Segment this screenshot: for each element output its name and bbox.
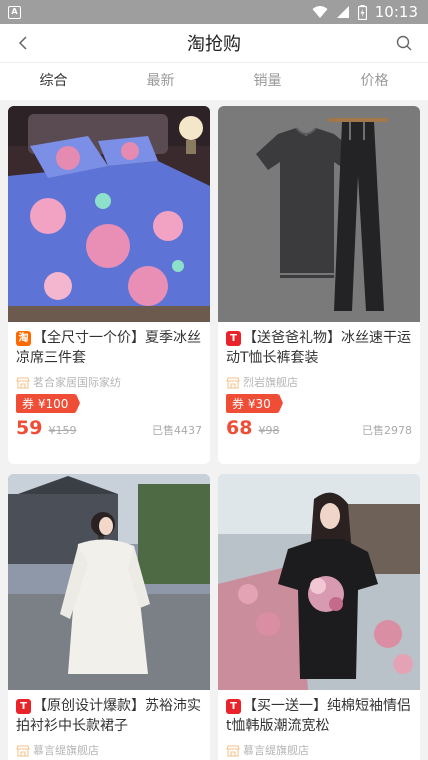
tmall-badge-icon: T <box>226 699 241 714</box>
product-title[interactable]: T 【原创设计爆款】苏裕沛实拍衬衫中长款裙子 <box>8 690 210 738</box>
product-title[interactable]: T 【买一送一】纯棉短袖情侣t恤韩版潮流宽松 <box>218 690 420 738</box>
shop-row: 慕言缇旗舰店 <box>218 742 420 760</box>
wifi-icon <box>312 6 328 18</box>
status-time: 10:13 <box>374 3 418 21</box>
shop-icon <box>226 377 240 389</box>
product-image[interactable] <box>8 474 210 690</box>
top-nav-bar: 淘抢购 <box>0 24 428 62</box>
page-title: 淘抢购 <box>187 34 241 55</box>
current-price: 68 <box>226 417 253 439</box>
back-button[interactable] <box>12 31 36 55</box>
shop-row: 烈岩旗舰店 <box>218 374 420 392</box>
product-title-text: 【买一送一】纯棉短袖情侣t恤韩版潮流宽松 <box>226 698 411 734</box>
product-image[interactable] <box>8 106 210 322</box>
shop-row: 慕言缇旗舰店 <box>8 742 210 760</box>
original-price: ¥159 <box>48 424 77 437</box>
shop-name: 慕言缇旗舰店 <box>243 744 309 757</box>
product-card[interactable]: T 【买一送一】纯棉短袖情侣t恤韩版潮流宽松 慕言缇旗舰店 <box>218 474 420 760</box>
taobao-badge-icon: 淘 <box>16 331 31 346</box>
tab-price[interactable]: 价格 <box>321 63 428 100</box>
tab-sales[interactable]: 销量 <box>214 63 321 100</box>
original-price: ¥98 <box>258 424 280 437</box>
notification-a-icon: A <box>8 5 21 19</box>
product-title-text: 【送爸爸礼物】冰丝速干运动T恤长裤套装 <box>226 330 411 366</box>
tmall-badge-icon: T <box>226 331 241 346</box>
search-icon <box>396 35 412 51</box>
search-button[interactable] <box>392 31 416 55</box>
sold-count: 已售4437 <box>152 424 202 437</box>
price-row: 68 ¥98 已售2978 <box>218 413 420 441</box>
product-card[interactable]: 淘【全尺寸一个价】夏季冰丝凉席三件套 茗合家居国际家纺 券 ¥100 59 ¥1… <box>8 106 210 464</box>
product-title-text: 【原创设计爆款】苏裕沛实拍衬衫中长款裙子 <box>16 698 201 734</box>
shop-icon <box>226 745 240 757</box>
tab-comprehensive[interactable]: 综合 <box>0 63 107 100</box>
shop-name: 慕言缇旗舰店 <box>33 744 99 757</box>
shop-row: 茗合家居国际家纺 <box>8 374 210 392</box>
chevron-left-icon <box>18 36 27 50</box>
product-card[interactable]: T 【送爸爸礼物】冰丝速干运动T恤长裤套装 烈岩旗舰店 券 ¥30 68 ¥98 … <box>218 106 420 464</box>
product-title[interactable]: T 【送爸爸礼物】冰丝速干运动T恤长裤套装 <box>218 322 420 370</box>
shop-name: 烈岩旗舰店 <box>243 376 298 389</box>
coupon-badge[interactable]: 券 ¥30 <box>226 394 283 413</box>
shop-icon <box>16 745 30 757</box>
signal-icon <box>336 6 349 18</box>
tab-newest[interactable]: 最新 <box>107 63 214 100</box>
product-title-text: 【全尺寸一个价】夏季冰丝凉席三件套 <box>16 330 201 366</box>
product-title[interactable]: 淘【全尺寸一个价】夏季冰丝凉席三件套 <box>8 322 210 370</box>
price-row: 59 ¥159 已售4437 <box>8 413 210 441</box>
sold-count: 已售2978 <box>362 424 412 437</box>
shop-icon <box>16 377 30 389</box>
battery-icon <box>357 4 367 20</box>
product-image[interactable] <box>218 106 420 322</box>
sort-tabs: 综合 最新 销量 价格 <box>0 62 428 100</box>
current-price: 59 <box>16 417 43 439</box>
product-card[interactable]: T 【原创设计爆款】苏裕沛实拍衬衫中长款裙子 慕言缇旗舰店 <box>8 474 210 760</box>
product-image[interactable] <box>218 474 420 690</box>
shop-name: 茗合家居国际家纺 <box>33 376 121 389</box>
status-bar: A 10:13 <box>0 0 428 24</box>
tmall-badge-icon: T <box>16 699 31 714</box>
coupon-badge[interactable]: 券 ¥100 <box>16 394 81 413</box>
